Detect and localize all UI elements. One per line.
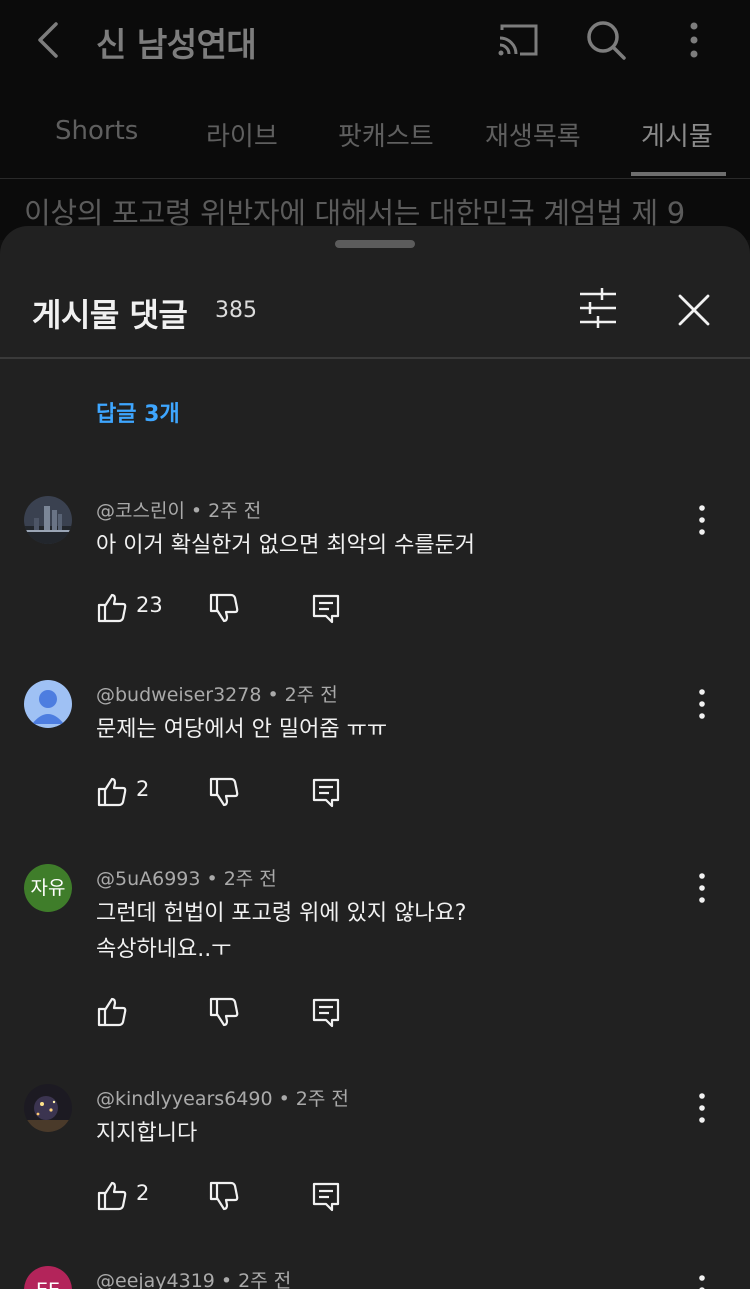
comment-time: 2주 전 — [208, 500, 262, 522]
comment-meta: @eejay4319 • 2주 전 — [96, 1266, 291, 1289]
comment-count: 385 — [215, 298, 257, 323]
comment-author[interactable]: @5uA6993 — [96, 868, 200, 890]
reply-icon — [312, 1182, 340, 1212]
comment-item: EE @eejay4319•2주 전 — [0, 1266, 750, 1289]
dislike-button[interactable] — [208, 772, 244, 812]
reply-button[interactable] — [310, 1176, 346, 1216]
thumbs-down-icon — [209, 1181, 239, 1211]
comment-meta: @5uA6993 • 2주 전 — [96, 868, 277, 890]
like-button[interactable]: 2 — [96, 1176, 176, 1216]
more-options-icon[interactable] — [690, 502, 714, 538]
comment-time: 2주 전 — [284, 684, 338, 706]
comment-author[interactable]: @budweiser3278 — [96, 684, 261, 706]
like-count: 2 — [136, 777, 150, 801]
channel-tabs: Shorts 라이브 팟캐스트 재생목록 게시물 — [0, 104, 750, 179]
tab-posts[interactable]: 게시물 — [641, 116, 713, 153]
dislike-button[interactable] — [208, 588, 244, 628]
more-vert-icon[interactable] — [684, 18, 704, 62]
comment-text-line: 그런데 헌법이 포고령 위에 있지 않나요? — [96, 901, 467, 926]
comment-author[interactable]: @eejay4319 — [96, 1270, 215, 1289]
comment-text: 아 이거 확실한거 없으면 최악의 수를둔거 — [96, 533, 476, 558]
comment-actions: 2 — [96, 1176, 356, 1216]
text-avatar[interactable]: EE — [24, 1266, 72, 1289]
comment-meta: @budweiser3278 • 2주 전 — [96, 684, 338, 706]
thumbs-down-icon — [209, 777, 239, 807]
dislike-button[interactable] — [208, 1176, 244, 1216]
like-button[interactable] — [96, 992, 136, 1032]
comment-meta: @kindlyyears6490 • 2주 전 — [96, 1088, 349, 1110]
comment-time: 2주 전 — [223, 868, 277, 890]
comment-actions — [96, 992, 356, 1032]
thumbs-up-icon — [97, 997, 127, 1027]
tab-podcast[interactable]: 팟캐스트 — [338, 116, 434, 153]
channel-title: 신 남성연대 — [96, 25, 257, 64]
active-tab-indicator — [631, 172, 726, 176]
cast-icon[interactable] — [496, 20, 540, 60]
reply-icon — [312, 998, 340, 1028]
more-options-icon[interactable] — [690, 1272, 714, 1289]
comment-author[interactable]: @코스린이 — [96, 500, 185, 522]
default-person-avatar[interactable] — [24, 680, 72, 728]
like-count: 2 — [136, 1181, 150, 1205]
like-button[interactable]: 23 — [96, 588, 176, 628]
more-options-icon[interactable] — [690, 1090, 714, 1126]
thumbs-up-icon — [97, 1181, 127, 1211]
comment-meta: @코스린이 • 2주 전 — [96, 500, 262, 522]
reply-button[interactable] — [310, 992, 346, 1032]
comment-actions: 23 — [96, 588, 356, 628]
comment-text: 지지합니다 — [96, 1121, 198, 1146]
thumbs-up-icon — [97, 777, 127, 807]
more-options-icon[interactable] — [690, 686, 714, 722]
top-app-bar: 신 남성연대 — [0, 0, 750, 84]
thumbs-down-icon — [209, 593, 239, 623]
comment-actions: 2 — [96, 772, 356, 812]
like-count: 23 — [136, 593, 163, 617]
comment-item: @kindlyyears6490 • 2주 전 지지합니다 2 — [0, 1084, 750, 1224]
reply-icon — [312, 594, 340, 624]
comment-author[interactable]: @kindlyyears6490 — [96, 1088, 273, 1110]
comment-text-line: 속상하네요..ㅜ — [96, 937, 232, 962]
tab-playlists[interactable]: 재생목록 — [485, 116, 581, 153]
reply-icon — [312, 778, 340, 808]
comment-item: @코스린이 • 2주 전 아 이거 확실한거 없으면 최악의 수를둔거 23 — [0, 496, 750, 636]
channel-page-background: 신 남성연대 Shorts 라이브 팟캐스트 재생목록 게시물 이상의 포고령 … — [0, 0, 750, 240]
comment-item: @budweiser3278 • 2주 전 문제는 여당에서 안 밀어줌 ㅠㅠ 2 — [0, 680, 750, 820]
text-avatar[interactable]: 자유 — [24, 864, 72, 912]
dislike-button[interactable] — [208, 992, 244, 1032]
view-replies-link[interactable]: 답글 3개 — [96, 396, 180, 428]
comment-time: 2주 전 — [238, 1270, 292, 1289]
reply-button[interactable] — [310, 588, 346, 628]
comment-text: 그런데 헌법이 포고령 위에 있지 않나요? 속상하네요..ㅜ — [96, 896, 466, 968]
comment-time: 2주 전 — [295, 1088, 349, 1110]
tab-shorts[interactable]: Shorts — [55, 116, 138, 146]
night-lights-photo-avatar[interactable] — [24, 1084, 72, 1132]
back-arrow-icon[interactable] — [30, 20, 70, 60]
sheet-title: 게시물 댓글 — [32, 296, 188, 334]
tab-live[interactable]: 라이브 — [206, 116, 278, 153]
thumbs-up-icon — [97, 593, 127, 623]
more-options-icon[interactable] — [690, 870, 714, 906]
comment-text: 문제는 여당에서 안 밀어줌 ㅠㅠ — [96, 717, 388, 742]
header-divider — [0, 357, 750, 359]
comment-item: 자유 @5uA6993 • 2주 전 그런데 헌법이 포고령 위에 있지 않나요? … — [0, 864, 750, 1044]
reply-button[interactable] — [310, 772, 346, 812]
search-icon[interactable] — [584, 18, 628, 62]
sort-filter-icon[interactable] — [574, 286, 622, 330]
city-night-photo-avatar[interactable] — [24, 496, 72, 544]
thumbs-down-icon — [209, 997, 239, 1027]
like-button[interactable]: 2 — [96, 772, 176, 812]
drag-handle[interactable] — [335, 240, 415, 248]
comments-bottom-sheet: 게시물 댓글 385 답글 3개 @코스린이 • 2주 전 아 이거 확실한거 … — [0, 226, 750, 1289]
close-icon[interactable] — [672, 288, 716, 332]
